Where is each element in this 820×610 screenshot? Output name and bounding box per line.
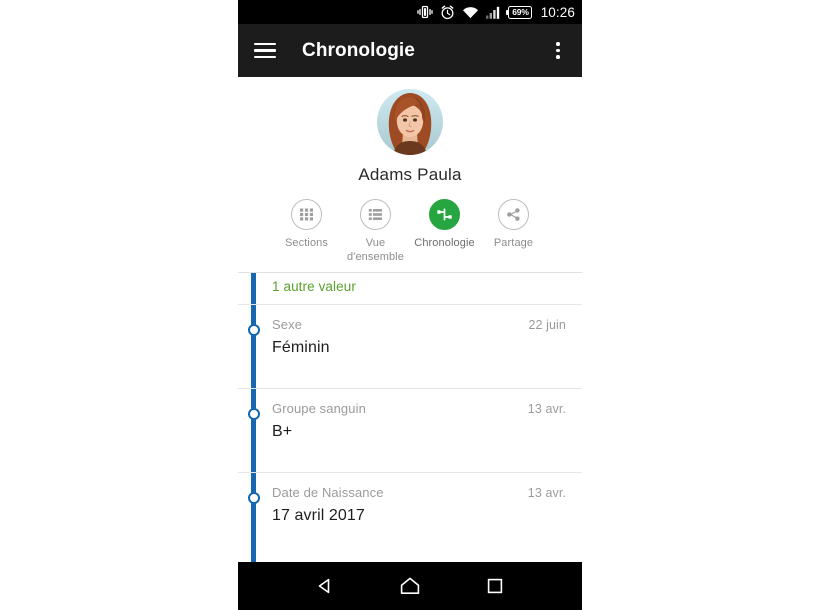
- grid-icon: [300, 208, 313, 221]
- recents-square-icon[interactable]: [478, 569, 512, 603]
- share-icon-circle: [498, 199, 529, 230]
- action-chronologie[interactable]: Chronologie: [410, 199, 479, 250]
- action-chronologie-label: Chronologie: [414, 237, 475, 249]
- alarm-icon: [440, 5, 455, 20]
- hamburger-menu-icon[interactable]: [254, 42, 276, 59]
- action-sections[interactable]: Sections: [272, 199, 341, 250]
- timeline-icon: [437, 208, 452, 221]
- timeline-items: 1 autre valeur Sexe 22 juin Féminin Grou…: [238, 273, 582, 557]
- app-bar: Chronologie: [238, 24, 582, 77]
- page-title: Chronologie: [302, 39, 415, 61]
- timeline-item-header: Date de Naissance 13 avr.: [272, 485, 566, 500]
- timeline-item-value: Féminin: [272, 339, 330, 356]
- timeline-item-value: 17 avril 2017: [272, 507, 365, 524]
- avatar[interactable]: [377, 89, 443, 155]
- action-row: Sections Vue d'ensemble Chronologie Part…: [238, 199, 582, 272]
- vibrate-icon: [417, 5, 433, 19]
- status-bar: 69% 10:26: [238, 0, 582, 24]
- back-triangle-icon[interactable]: [308, 569, 342, 603]
- grid-icon-circle: [291, 199, 322, 230]
- timeline-item-sexe[interactable]: Sexe 22 juin Féminin: [238, 305, 582, 389]
- status-bar-icons: 69% 10:26: [417, 5, 575, 20]
- timeline-item-partial[interactable]: 1 autre valeur: [238, 273, 582, 305]
- action-sections-label: Sections: [285, 237, 328, 249]
- action-vue-ensemble-label: Vue d'ensemble: [347, 237, 404, 263]
- timeline-extra-value-link[interactable]: 1 autre valeur: [272, 279, 566, 294]
- battery-icon: 69%: [506, 5, 532, 19]
- page-canvas: 69% 10:26 Chronologie Adams Paula Sectio…: [0, 0, 820, 610]
- timeline-item-date: 22 juin: [528, 318, 566, 332]
- list-icon-circle: [360, 199, 391, 230]
- timeline-item-header: Groupe sanguin 13 avr.: [272, 401, 566, 416]
- timeline-list[interactable]: 1 autre valeur Sexe 22 juin Féminin Grou…: [238, 272, 582, 569]
- timeline-item-label: Date de Naissance: [272, 485, 384, 500]
- signal-icon: [486, 6, 501, 19]
- timeline-item-date: 13 avr.: [527, 486, 566, 500]
- timeline-item-groupe-sanguin[interactable]: Groupe sanguin 13 avr. B+: [238, 389, 582, 473]
- wifi-icon: [462, 6, 479, 19]
- timeline-icon-circle: [429, 199, 460, 230]
- status-clock: 10:26: [540, 4, 575, 20]
- home-icon[interactable]: [393, 569, 427, 603]
- timeline-item-value: B+: [272, 423, 293, 440]
- timeline-item-date: 13 avr.: [527, 402, 566, 416]
- overflow-menu-icon[interactable]: [548, 41, 568, 61]
- profile-header: Adams Paula: [238, 77, 582, 185]
- timeline-item-date-naissance[interactable]: Date de Naissance 13 avr. 17 avril 2017: [238, 473, 582, 557]
- list-icon: [368, 209, 382, 220]
- profile-name: Adams Paula: [358, 165, 462, 184]
- battery-percent: 69%: [512, 7, 529, 17]
- share-icon: [507, 208, 520, 221]
- android-nav-bar: [238, 562, 582, 610]
- timeline-item-header: Sexe 22 juin: [272, 317, 566, 332]
- timeline-item-label: Groupe sanguin: [272, 401, 366, 416]
- timeline-dot-icon: [247, 408, 260, 420]
- timeline-dot-icon: [247, 492, 260, 504]
- action-vue-ensemble[interactable]: Vue d'ensemble: [341, 199, 410, 264]
- action-partage[interactable]: Partage: [479, 199, 548, 250]
- action-partage-label: Partage: [493, 237, 534, 249]
- timeline-item-label: Sexe: [272, 317, 303, 332]
- timeline-dot-icon: [247, 324, 260, 336]
- phone-screen: 69% 10:26 Chronologie Adams Paula Sectio…: [238, 0, 582, 610]
